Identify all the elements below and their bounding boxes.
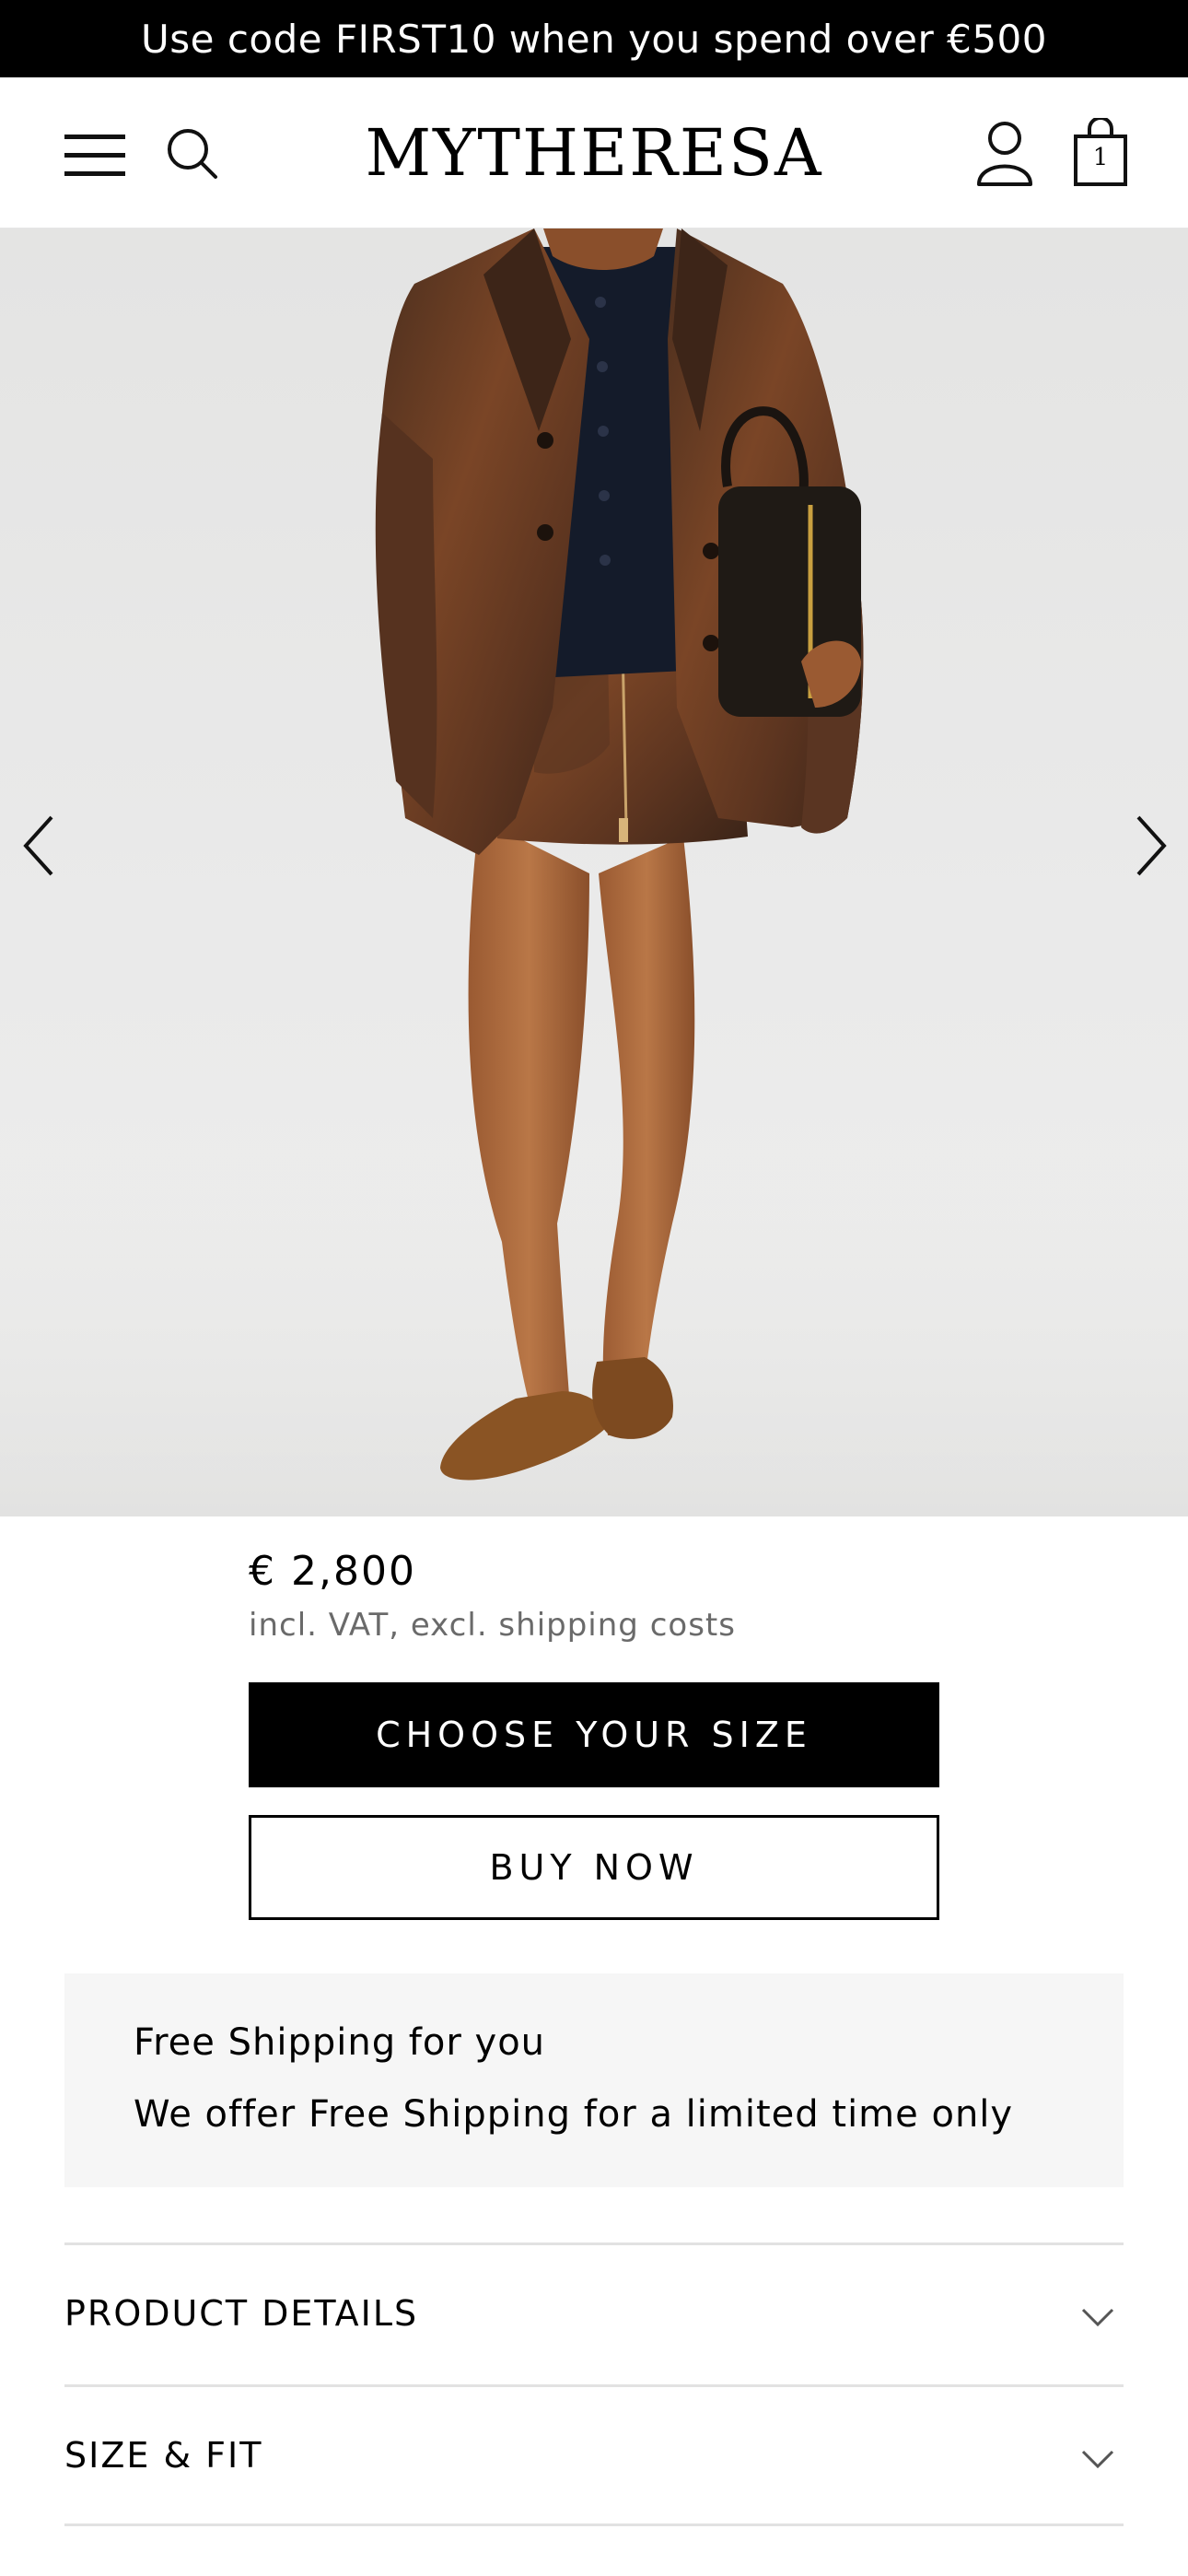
chevron-down-icon bbox=[1081, 2450, 1114, 2469]
buy-now-button[interactable]: BUY NOW bbox=[249, 1815, 939, 1920]
site-logo[interactable]: MYTHERESA bbox=[364, 111, 824, 195]
product-price: € 2,800 bbox=[249, 1548, 416, 1595]
accordion-size-fit[interactable]: SIZE & FIT bbox=[64, 2384, 1124, 2526]
choose-size-button[interactable]: CHOOSE YOUR SIZE bbox=[249, 1682, 939, 1787]
shopping-bag-icon[interactable]: 1 bbox=[1070, 116, 1131, 188]
accordion-label: SIZE & FIT bbox=[64, 2435, 263, 2476]
accordion-label: PRODUCT DETAILS bbox=[64, 2293, 419, 2334]
chevron-left-icon[interactable] bbox=[13, 804, 68, 887]
chevron-right-icon[interactable] bbox=[1122, 804, 1177, 887]
free-shipping-notice: Free Shipping for you We offer Free Ship… bbox=[64, 1973, 1124, 2187]
site-header: MYTHERESA 1 bbox=[0, 77, 1188, 228]
chevron-down-icon bbox=[1081, 2308, 1114, 2327]
account-icon[interactable] bbox=[974, 120, 1035, 186]
hamburger-menu-icon[interactable] bbox=[64, 135, 125, 176]
search-icon[interactable] bbox=[164, 125, 221, 182]
tax-note: incl. VAT, excl. shipping costs bbox=[249, 1607, 736, 1644]
bag-count-badge: 1 bbox=[1092, 144, 1109, 171]
shipping-title: Free Shipping for you bbox=[134, 2021, 546, 2064]
promo-banner[interactable]: Use code FIRST10 when you spend over €50… bbox=[0, 0, 1188, 77]
promo-text: Use code FIRST10 when you spend over €50… bbox=[141, 16, 1047, 62]
accordion-product-details[interactable]: PRODUCT DETAILS bbox=[64, 2242, 1124, 2384]
product-image[interactable] bbox=[0, 228, 1188, 1516]
product-image-gallery[interactable] bbox=[0, 228, 1188, 1516]
shipping-text: We offer Free Shipping for a limited tim… bbox=[134, 2093, 1014, 2136]
